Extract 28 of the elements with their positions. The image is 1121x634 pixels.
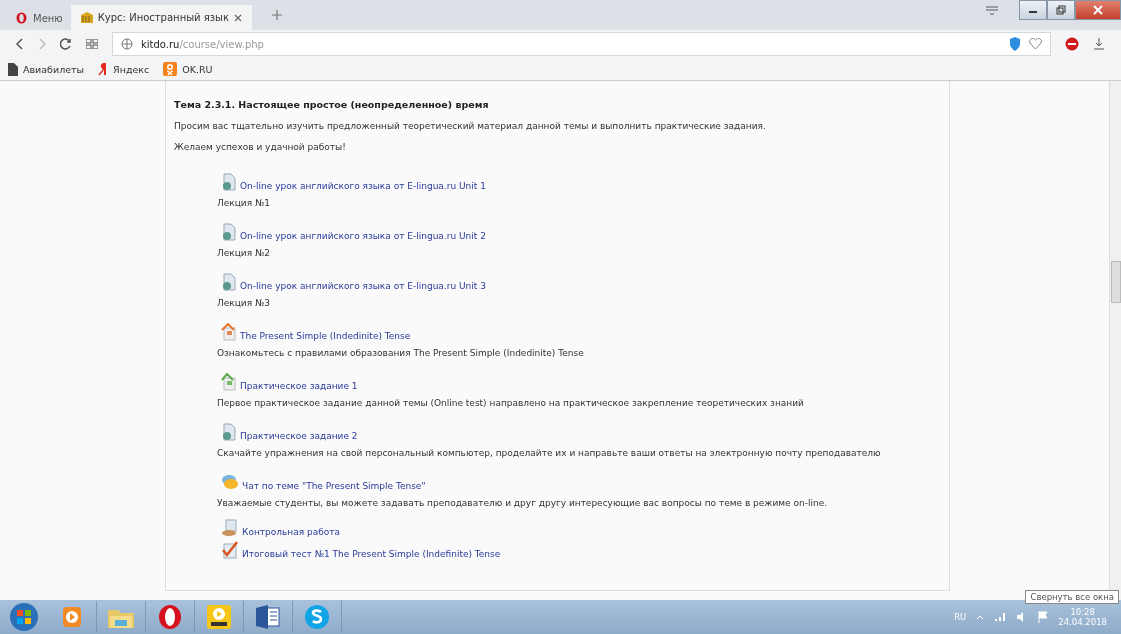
- activity-link[interactable]: Итоговый тест №1 The Present Simple (Indefinite) Tense: [221, 537, 949, 559]
- activity-description: Скачайте упражнения на свой персональный компьютер, проделайте их и направьте ваши ответы на электронную почту преподавателю: [217, 447, 882, 460]
- activity-link[interactable]: Практическое задание 2: [221, 415, 949, 441]
- activity-description: Первое практическое задание данной темы (Online test) направлено на практическое закрепление теоретических знаний: [217, 397, 805, 410]
- tooltip: Свернуть все окна: [1025, 590, 1119, 604]
- topic-text: Просим вас тщательно изучить предложенный теоретический материал данной темы и выполнить практические задания.: [174, 119, 767, 133]
- address-field[interactable]: kitdo.ru/course/view.php: [112, 32, 1051, 56]
- activity-link[interactable]: On-line урок английского языка от E-lingua.ru Unit 3: [221, 265, 949, 291]
- bookmark[interactable]: OK.RU: [163, 62, 213, 76]
- bookmark[interactable]: Авиабилеты: [8, 62, 85, 76]
- activity-link[interactable]: The Present Simple (Indedinite) Tense: [221, 315, 949, 341]
- activity-link[interactable]: On-line урок английского языка от E-lingua.ru Unit 1: [221, 165, 949, 191]
- activity-description: Лекция №3: [217, 297, 272, 310]
- activity-link[interactable]: On-line урок английского языка от E-lingua.ru Unit 2: [221, 215, 949, 241]
- activity-description: Лекция №1: [217, 197, 272, 210]
- activity-link[interactable]: Практическое задание 1: [221, 365, 949, 391]
- bookmark[interactable]: Яндекс: [98, 62, 150, 76]
- activity-description: Ознакомьтесь с правилами образования The Present Simple (Indedinite) Tense: [217, 347, 585, 360]
- menu-label: Меню: [33, 12, 63, 24]
- topic-title: Тема 2.3.1. Настоящее простое (неопределенное) время: [174, 97, 490, 112]
- activity-description: Лекция №2: [217, 247, 272, 260]
- topic-text: Желаем успехов и удачной работы!: [174, 140, 347, 154]
- activity-description: Уважаемые студенты, вы можете задавать преподавателю и друг другу интересующие вас вопросы по теме в режиме on-line.: [217, 497, 829, 510]
- activity-link[interactable]: Контрольная работа: [221, 515, 949, 537]
- browser-tab[interactable]: Курс: Иностранный язык: [70, 5, 252, 30]
- activity-link[interactable]: Чат по теме "The Present Simple Tense": [221, 465, 949, 491]
- opera-menu[interactable]: Меню: [8, 6, 71, 30]
- tab-title: Курс: Иностранный язык: [97, 12, 229, 23]
